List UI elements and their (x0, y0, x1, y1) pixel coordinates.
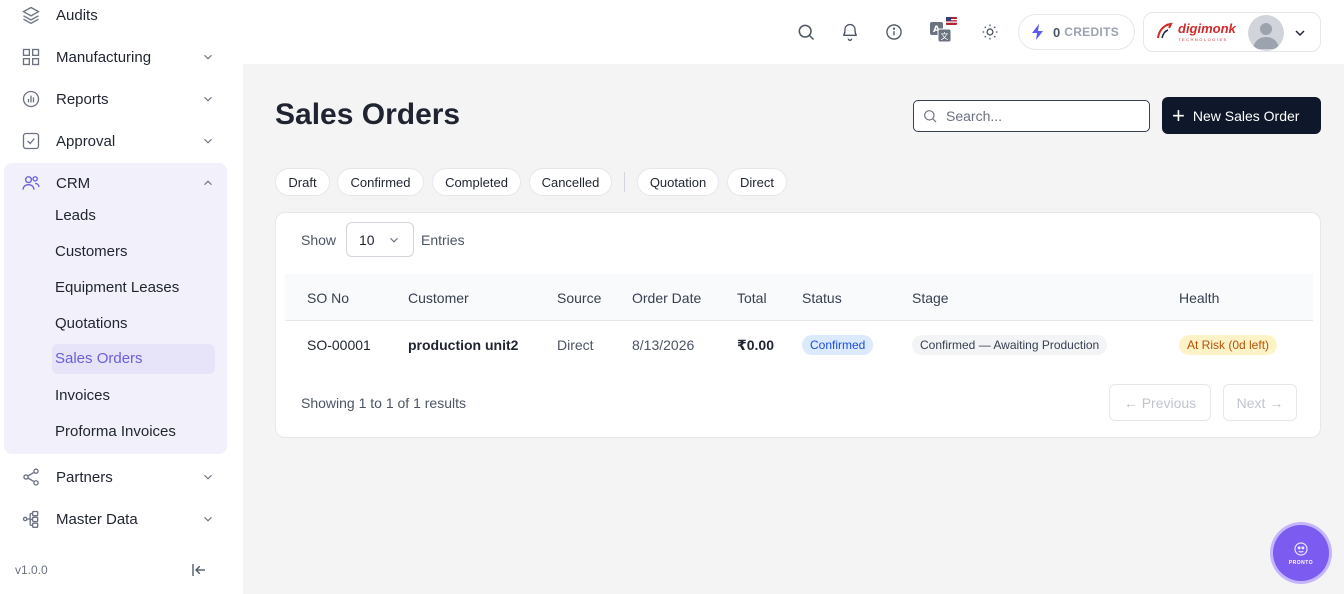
top-header: A 文 0 CREDITS digimonk TECHNOLOGIES (243, 0, 1344, 64)
column-header-order-date[interactable]: Order Date (632, 290, 701, 306)
sidebar: Audits Manufacturing Reports Approval CR… (0, 0, 243, 594)
filter-chip-completed[interactable]: Completed (432, 168, 521, 196)
company-logo: digimonk TECHNOLOGIES (1156, 22, 1236, 44)
hierarchy-icon (20, 508, 42, 530)
sidebar-item-label: CRM (56, 174, 91, 192)
filter-chip-draft[interactable]: Draft (275, 168, 330, 196)
avatar (1248, 15, 1284, 51)
table-header: SO No Customer Source Order Date Total S… (285, 274, 1313, 321)
search-icon (922, 108, 938, 124)
assistant-icon (1292, 540, 1310, 558)
chevron-down-icon (1292, 25, 1308, 41)
assistant-fab-button[interactable]: PRONTO (1273, 525, 1329, 581)
sidebar-item-master-data[interactable]: Master Data (0, 498, 243, 540)
entries-value: 10 (359, 231, 375, 248)
search-field[interactable] (913, 100, 1150, 132)
sidebar-item-partners[interactable]: Partners (0, 456, 243, 498)
chevron-down-icon (200, 91, 216, 107)
filter-chip-cancelled[interactable]: Cancelled (529, 168, 612, 196)
chevron-down-icon (387, 233, 401, 247)
sidebar-subitem-customers[interactable]: Customers (55, 237, 128, 267)
bar-chart-icon (20, 88, 42, 110)
cell-order-date: 8/13/2026 (632, 337, 695, 353)
translate-icon[interactable]: A 文 (928, 16, 958, 46)
filter-chip-quotation[interactable]: Quotation (637, 168, 719, 196)
sidebar-item-crm[interactable]: CRM (0, 162, 243, 204)
sidebar-item-reports[interactable]: Reports (0, 78, 243, 120)
credits-label: CREDITS (1064, 25, 1120, 39)
sales-orders-table-card: Show 10 Entries SO No Customer Source Or… (275, 212, 1321, 438)
chevron-down-icon (200, 49, 216, 65)
bell-icon[interactable] (838, 20, 862, 44)
cell-total: ₹0.00 (737, 337, 774, 353)
users-icon (20, 172, 42, 194)
column-header-customer[interactable]: Customer (408, 290, 469, 306)
lightning-icon (1031, 24, 1045, 40)
sidebar-subitem-quotations[interactable]: Quotations (55, 309, 128, 339)
brand-tag: TECHNOLOGIES (1178, 37, 1228, 42)
entries-label: Entries (421, 232, 465, 248)
column-header-so-no[interactable]: SO No (307, 290, 349, 306)
credits-button[interactable]: 0 CREDITS (1018, 14, 1135, 50)
column-header-status[interactable]: Status (802, 290, 842, 306)
next-page-button[interactable]: Next → (1223, 384, 1297, 421)
sidebar-item-audits[interactable]: Audits (0, 0, 243, 36)
filter-chip-direct[interactable]: Direct (727, 168, 787, 196)
sidebar-subitem-invoices[interactable]: Invoices (55, 381, 110, 411)
collapse-sidebar-icon[interactable] (188, 559, 210, 581)
stage-badge: Confirmed — Awaiting Production (912, 335, 1108, 355)
show-label: Show (301, 232, 337, 248)
info-icon[interactable] (882, 20, 906, 44)
new-sales-order-button[interactable]: + New Sales Order (1162, 97, 1321, 134)
search-icon[interactable] (794, 20, 818, 44)
sidebar-item-label: Partners (56, 468, 113, 486)
sidebar-item-label: Reports (56, 90, 109, 108)
cell-customer: production unit2 (408, 337, 519, 353)
chevron-down-icon (200, 133, 216, 149)
column-header-stage[interactable]: Stage (912, 290, 949, 306)
brand-name: digimonk (1178, 21, 1236, 36)
svg-text:文: 文 (941, 31, 949, 41)
assistant-label: PRONTO (1288, 560, 1314, 566)
grid-icon (20, 46, 42, 68)
chevron-up-icon (200, 175, 216, 191)
filter-chip-confirmed[interactable]: Confirmed (337, 168, 424, 196)
app-version: v1.0.0 (15, 563, 48, 577)
profile-menu[interactable]: digimonk TECHNOLOGIES (1143, 12, 1321, 52)
status-badge: Confirmed (802, 335, 874, 355)
sidebar-item-label: Master Data (56, 510, 138, 528)
page-title: Sales Orders (275, 98, 461, 131)
sidebar-item-label: Approval (56, 132, 116, 150)
column-header-health[interactable]: Health (1179, 290, 1219, 306)
sidebar-item-label: Audits (56, 6, 98, 24)
search-input[interactable] (946, 108, 1136, 124)
cell-so-no[interactable]: SO-00001 (307, 337, 371, 353)
chevron-down-icon (200, 469, 216, 485)
sidebar-item-label: Manufacturing (56, 48, 152, 66)
pagination-summary: Showing 1 to 1 of 1 results (301, 395, 466, 411)
health-badge: At Risk (0d left) (1179, 335, 1278, 355)
previous-page-button[interactable]: ← Previous (1109, 384, 1211, 421)
table-row[interactable]: SO-00001 production unit2 Direct 8/13/20… (285, 321, 1313, 369)
checkbox-icon (20, 130, 42, 152)
sidebar-subitem-proforma-invoices[interactable]: Proforma Invoices (55, 417, 176, 447)
column-header-total[interactable]: Total (737, 290, 767, 306)
filter-divider (624, 172, 625, 192)
theme-toggle-icon[interactable] (978, 20, 1002, 44)
sidebar-subitem-equipment-leases[interactable]: Equipment Leases (55, 273, 179, 303)
entries-select[interactable]: 10 (346, 222, 414, 257)
share-icon (20, 466, 42, 488)
new-sales-order-label: New Sales Order (1192, 107, 1300, 124)
layers-icon (20, 4, 42, 26)
sidebar-item-manufacturing[interactable]: Manufacturing (0, 36, 243, 78)
sidebar-subitem-leads[interactable]: Leads (55, 201, 96, 231)
cell-source: Direct (557, 337, 594, 353)
credits-count: 0 (1053, 24, 1061, 40)
column-header-source[interactable]: Source (557, 290, 601, 306)
sidebar-subitem-sales-orders[interactable]: Sales Orders (52, 344, 215, 374)
plus-icon: + (1172, 102, 1185, 128)
sidebar-item-approval[interactable]: Approval (0, 120, 243, 162)
chevron-down-icon (200, 511, 216, 527)
